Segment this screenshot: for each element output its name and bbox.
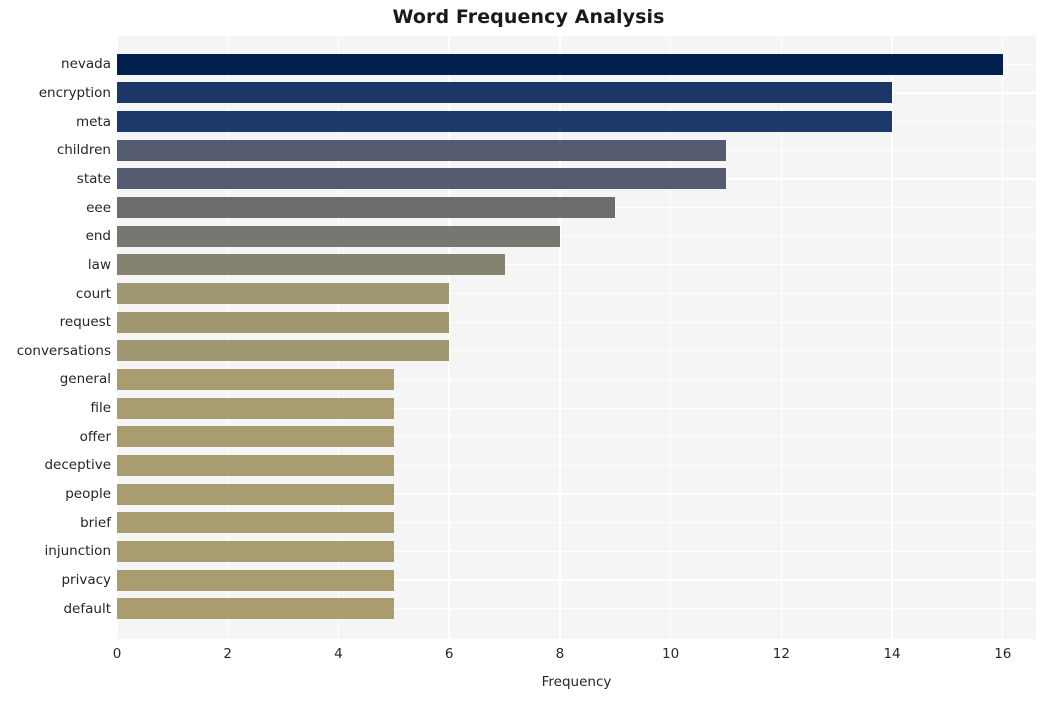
bar bbox=[117, 368, 394, 390]
bar bbox=[117, 454, 394, 476]
y-tick-label: children bbox=[56, 142, 111, 159]
bar bbox=[117, 397, 394, 419]
bar bbox=[117, 254, 505, 276]
bar bbox=[117, 311, 450, 333]
y-tick-label: privacy bbox=[61, 572, 111, 589]
bar bbox=[117, 111, 893, 133]
bar bbox=[117, 598, 394, 620]
x-tick-label: 12 bbox=[772, 646, 790, 662]
y-tick-label: injunction bbox=[44, 543, 111, 560]
bar bbox=[117, 569, 394, 591]
x-tick-label: 4 bbox=[334, 646, 343, 662]
y-tick-label: end bbox=[85, 228, 111, 245]
bar bbox=[117, 53, 1003, 75]
x-tick-label: 2 bbox=[223, 646, 233, 662]
y-tick-label: court bbox=[75, 285, 111, 302]
bar bbox=[117, 82, 893, 104]
y-tick-label: deceptive bbox=[44, 457, 111, 474]
y-tick-label: general bbox=[59, 371, 111, 388]
bar bbox=[117, 225, 560, 247]
chart-title: Word Frequency Analysis bbox=[392, 6, 665, 28]
y-tick-label: default bbox=[63, 600, 111, 617]
x-tick-label: 14 bbox=[883, 646, 901, 662]
y-tick-label: encryption bbox=[38, 84, 111, 101]
bar bbox=[117, 283, 450, 305]
y-tick-label: brief bbox=[80, 514, 111, 531]
y-tick-label: conversations bbox=[16, 342, 111, 359]
x-axis-label: Frequency bbox=[541, 674, 612, 690]
y-tick-label: nevada bbox=[61, 56, 111, 73]
x-tick-label: 8 bbox=[555, 646, 565, 662]
bar bbox=[117, 512, 394, 534]
bar bbox=[117, 139, 726, 161]
x-tick-label: 16 bbox=[994, 646, 1012, 662]
y-tick-label: file bbox=[90, 400, 111, 417]
y-tick-label: people bbox=[65, 486, 111, 503]
bar bbox=[117, 168, 726, 190]
x-tick-label: 6 bbox=[444, 646, 454, 662]
x-tick-label: 0 bbox=[112, 646, 122, 662]
plot-area bbox=[117, 36, 1036, 639]
y-tick-label: eee bbox=[86, 199, 111, 216]
y-axis-tick-labels: nevada encryption meta children state eee end l… bbox=[0, 36, 111, 639]
y-tick-label: state bbox=[76, 170, 111, 187]
bar bbox=[117, 340, 450, 362]
bar bbox=[117, 197, 616, 219]
word-frequency-chart-figure: Word Frequency Analysis nevada encryption… bbox=[0, 0, 1057, 701]
y-tick-label: law bbox=[87, 256, 111, 273]
y-tick-label: offer bbox=[79, 428, 111, 445]
x-gridline bbox=[1002, 36, 1004, 639]
y-tick-label: meta bbox=[75, 113, 111, 130]
bar bbox=[117, 540, 394, 562]
y-tick-label: request bbox=[59, 314, 111, 331]
x-tick-label: 10 bbox=[662, 646, 680, 662]
x-axis-tick-labels: 0 2 4 6 8 10 12 14 16 bbox=[0, 646, 1057, 666]
bar bbox=[117, 483, 394, 505]
bar bbox=[117, 426, 394, 448]
